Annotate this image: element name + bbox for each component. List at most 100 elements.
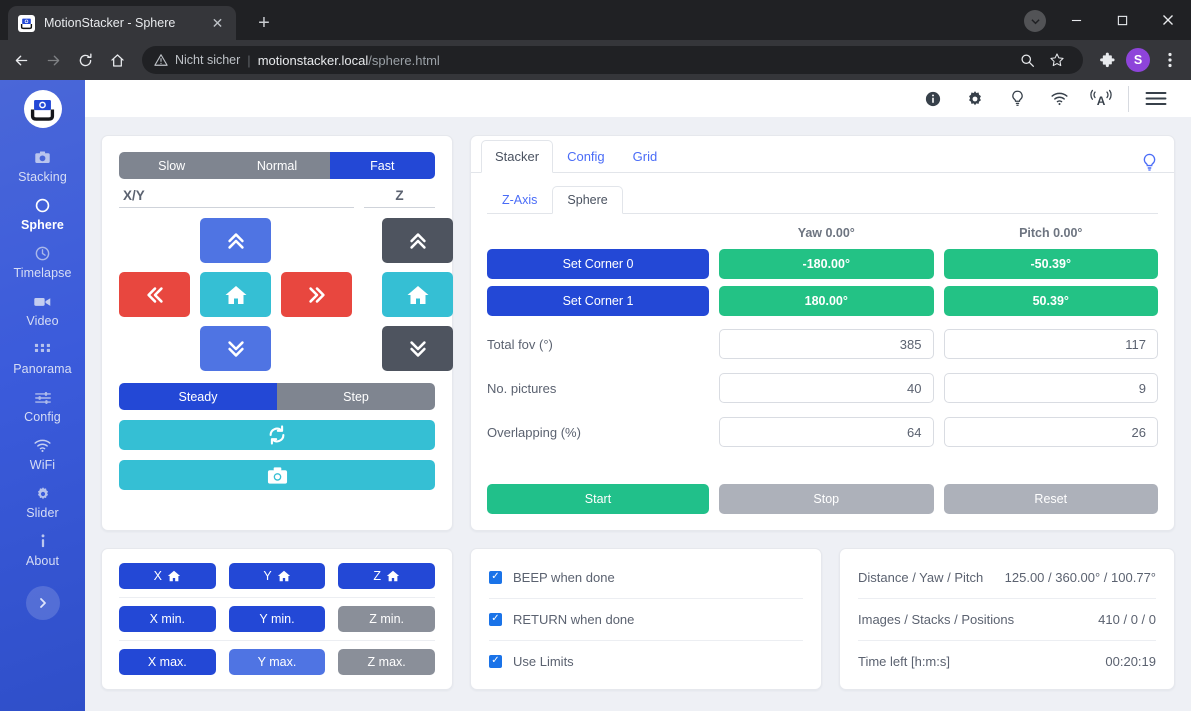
total-fov-yaw-input[interactable]: 385 (719, 329, 934, 359)
jog-xy-right-button[interactable] (281, 272, 352, 317)
no-pictures-yaw-input[interactable]: 40 (719, 373, 934, 403)
jog-z-home-button[interactable] (382, 272, 453, 317)
speed-option-fast[interactable]: Fast (330, 152, 435, 179)
x-min-button[interactable]: X min. (119, 606, 216, 632)
total-fov-pitch-input[interactable]: 117 (944, 329, 1159, 359)
reload-icon[interactable] (70, 45, 100, 75)
forward-icon[interactable] (38, 45, 68, 75)
home-z-button[interactable]: Z (338, 563, 435, 589)
jog-z-up-button[interactable] (382, 218, 453, 263)
camera-icon (34, 148, 51, 167)
wifi-icon[interactable] (1038, 80, 1080, 117)
sidebar-item-video[interactable]: Video (0, 286, 85, 334)
z-max-button[interactable]: Z max. (338, 649, 435, 675)
lightbulb-icon[interactable] (996, 80, 1038, 117)
sidebar-item-label: Panorama (13, 362, 71, 376)
no-pictures-label: No. pictures (487, 381, 709, 396)
sidebar-item-label: Timelapse (13, 266, 71, 280)
home-y-button[interactable]: Y (229, 563, 326, 589)
z-min-button[interactable]: Z min. (338, 606, 435, 632)
profile-avatar[interactable]: S (1123, 45, 1153, 75)
zoom-search-icon[interactable] (1013, 46, 1041, 74)
move-mode-selector[interactable]: Steady Step (119, 383, 435, 410)
divider (119, 640, 435, 641)
new-tab-button[interactable]: + (250, 9, 278, 37)
reset-button[interactable]: Reset (944, 484, 1159, 514)
sidebar-expand-button[interactable] (26, 586, 60, 620)
app-main: A Slow Normal (85, 80, 1191, 711)
sidebar-item-wifi[interactable]: WiFi (0, 430, 85, 478)
y-max-button[interactable]: Y max. (229, 649, 326, 675)
set-corner-1-button[interactable]: Set Corner 1 (487, 286, 709, 316)
extensions-puzzle-icon[interactable] (1093, 46, 1121, 74)
speed-option-slow[interactable]: Slow (119, 152, 224, 179)
sidebar-item-sphere[interactable]: Sphere (0, 190, 85, 238)
corner-0-pitch-value[interactable]: -50.39° (944, 249, 1159, 279)
option-use-limits[interactable]: ✓ Use Limits (489, 641, 803, 682)
overlapping-yaw-input[interactable]: 64 (719, 417, 934, 447)
sidebar-item-about[interactable]: About (0, 526, 85, 574)
sidebar-item-config[interactable]: Config (0, 382, 85, 430)
corner-1-pitch-value[interactable]: 50.39° (944, 286, 1159, 316)
status-value: 00:20:19 (1105, 654, 1156, 669)
gear-icon[interactable] (954, 80, 996, 117)
bookmark-star-icon[interactable] (1043, 46, 1071, 74)
checkbox-checked-icon[interactable]: ✓ (489, 571, 502, 584)
tab-config[interactable]: Config (553, 140, 619, 173)
address-bar[interactable]: Nicht sicher | motionstacker.local/spher… (142, 46, 1083, 74)
start-button[interactable]: Start (487, 484, 709, 514)
subtab-z-axis[interactable]: Z-Axis (487, 186, 552, 214)
toolbar-divider (1128, 86, 1129, 112)
home-x-button[interactable]: X (119, 563, 216, 589)
move-mode-steady[interactable]: Steady (119, 383, 277, 410)
checkbox-checked-icon[interactable]: ✓ (489, 613, 502, 626)
tab-grid[interactable]: Grid (619, 140, 672, 173)
sidebar-item-timelapse[interactable]: Timelapse (0, 238, 85, 286)
camera-icon (267, 466, 288, 485)
corner-1-yaw-value[interactable]: 180.00° (719, 286, 934, 316)
shutter-button[interactable] (119, 460, 435, 490)
no-pictures-pitch-input[interactable]: 9 (944, 373, 1159, 403)
sphere-form: Yaw 0.00° Pitch 0.00° Set Corner 0 -180.… (471, 214, 1174, 530)
gear-icon (35, 484, 51, 503)
sidebar-item-slider[interactable]: Slider (0, 478, 85, 526)
stop-button[interactable]: Stop (719, 484, 934, 514)
option-beep-when-done[interactable]: ✓ BEEP when done (489, 557, 803, 598)
tab-stacker[interactable]: Stacker (481, 140, 553, 173)
app-content: Slow Normal Fast X/Y Z (85, 117, 1191, 711)
status-value: 410 / 0 / 0 (1098, 612, 1156, 627)
speed-selector[interactable]: Slow Normal Fast (119, 152, 435, 179)
corner-0-row: Set Corner 0 -180.00° -50.39° (487, 249, 1158, 279)
jog-xy-down-button[interactable] (200, 326, 271, 371)
jog-xy-left-button[interactable] (119, 272, 190, 317)
home-icon[interactable] (102, 45, 132, 75)
window-minimize-button[interactable] (1053, 0, 1099, 40)
move-mode-step[interactable]: Step (277, 383, 435, 410)
jog-z-down-button[interactable] (382, 326, 453, 371)
sidebar-item-stacking[interactable]: Stacking (0, 142, 85, 190)
speed-option-normal[interactable]: Normal (224, 152, 329, 179)
jog-xy-home-button[interactable] (200, 272, 271, 317)
hamburger-icon[interactable] (1135, 80, 1177, 117)
back-icon[interactable] (6, 45, 36, 75)
window-close-button[interactable] (1145, 0, 1191, 40)
sidebar-item-panorama[interactable]: Panorama (0, 334, 85, 382)
checkbox-checked-icon[interactable]: ✓ (489, 655, 502, 668)
y-min-button[interactable]: Y min. (229, 606, 326, 632)
subtab-sphere[interactable]: Sphere (552, 186, 622, 214)
x-max-button[interactable]: X max. (119, 649, 216, 675)
overlapping-pitch-input[interactable]: 26 (944, 417, 1159, 447)
browser-menu-icon[interactable] (1155, 45, 1185, 75)
window-maximize-button[interactable] (1099, 0, 1145, 40)
browser-tab[interactable]: MotionStacker - Sphere ✕ (8, 6, 236, 40)
corner-0-yaw-value[interactable]: -180.00° (719, 249, 934, 279)
info-icon[interactable] (912, 80, 954, 117)
tab-search-chevron-icon[interactable] (1024, 10, 1046, 32)
option-return-when-done[interactable]: ✓ RETURN when done (489, 599, 803, 640)
lightbulb-icon[interactable] (1141, 153, 1164, 172)
jog-xy-up-button[interactable] (200, 218, 271, 263)
broadcast-icon[interactable]: A (1080, 80, 1122, 117)
refresh-button[interactable] (119, 420, 435, 450)
set-corner-0-button[interactable]: Set Corner 0 (487, 249, 709, 279)
close-icon[interactable]: ✕ (209, 15, 226, 32)
